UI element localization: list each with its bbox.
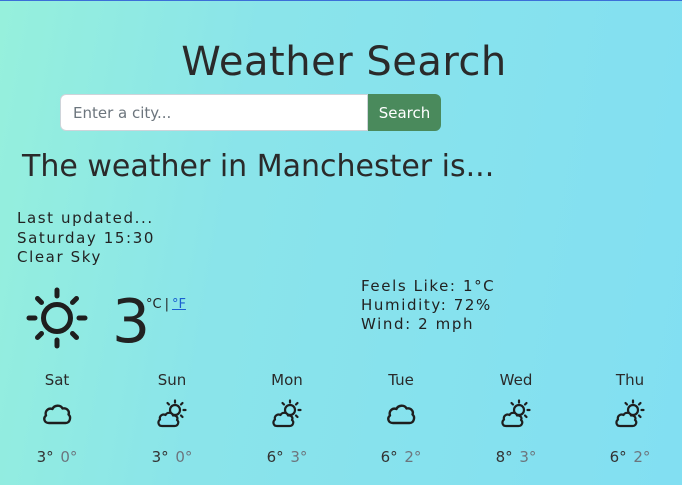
city-search-input[interactable] xyxy=(60,94,368,131)
search-button[interactable]: Search xyxy=(368,94,441,131)
humidity: Humidity: 72% xyxy=(361,296,492,314)
forecast-day: Mon 6° 3° xyxy=(247,369,327,467)
current-weather-meta: Last updated... Saturday 15:30 Clear Sky xyxy=(17,209,155,268)
city-weather-heading: The weather in Manchester is... xyxy=(22,149,495,184)
feels-like: Feels Like: 1°C xyxy=(361,277,496,295)
cloud-icon xyxy=(387,404,416,425)
cloud-icon xyxy=(43,404,72,425)
forecast-day-name: Sat xyxy=(44,371,70,389)
current-temperature: 3 xyxy=(112,287,151,357)
forecast-max-temp: 6° xyxy=(380,448,398,466)
forecast-day: Sun 3° 0° xyxy=(132,369,212,467)
forecast-max-temp: 3° xyxy=(36,448,54,466)
forecast-day-name: Tue xyxy=(388,371,414,389)
temperature-unit-toggle: °C | °F xyxy=(146,297,186,312)
updated-time: Saturday 15:30 xyxy=(17,228,155,247)
celsius-unit: °C xyxy=(146,297,162,312)
weather-details: Feels Like: 1°C Humidity: 72% Wind: 2 mp… xyxy=(361,277,495,334)
forecast-day: Tue 6° 2° xyxy=(361,369,441,467)
forecast-day-name: Wed xyxy=(499,371,533,389)
forecast-min-temp: 3° xyxy=(519,448,537,466)
forecast-max-temp: 3° xyxy=(151,448,169,466)
forecast-day-name: Sun xyxy=(157,371,187,389)
forecast-max-temp: 6° xyxy=(609,448,627,466)
wind: Wind: 2 mph xyxy=(361,315,475,333)
forecast-day-name: Mon xyxy=(271,371,303,389)
sun-icon xyxy=(26,287,88,349)
sun-cloud-icon xyxy=(272,399,302,428)
page-title: Weather Search xyxy=(181,39,507,85)
forecast-day: Wed 8° 3° xyxy=(476,369,556,467)
forecast-max-temp: 6° xyxy=(266,448,284,466)
forecast-min-temp: 0° xyxy=(175,448,193,466)
sun-cloud-icon xyxy=(501,399,531,428)
forecast-min-temp: 2° xyxy=(404,448,422,466)
forecast-min-temp: 0° xyxy=(60,448,78,466)
weather-description: Clear Sky xyxy=(17,248,102,266)
forecast-day-name: Thu xyxy=(615,371,645,389)
sun-cloud-icon xyxy=(157,399,187,428)
last-updated-label: Last updated... xyxy=(17,209,154,227)
forecast-min-temp: 3° xyxy=(290,448,308,466)
forecast-day: Sat 3° 0° xyxy=(17,369,97,467)
forecast-max-temp: 8° xyxy=(495,448,513,466)
forecast-min-temp: 2° xyxy=(633,448,651,466)
sun-cloud-icon xyxy=(615,399,645,428)
fahrenheit-link[interactable]: °F xyxy=(172,297,186,312)
forecast-day: Thu 6° 2° xyxy=(590,369,670,467)
unit-separator: | xyxy=(164,297,169,312)
